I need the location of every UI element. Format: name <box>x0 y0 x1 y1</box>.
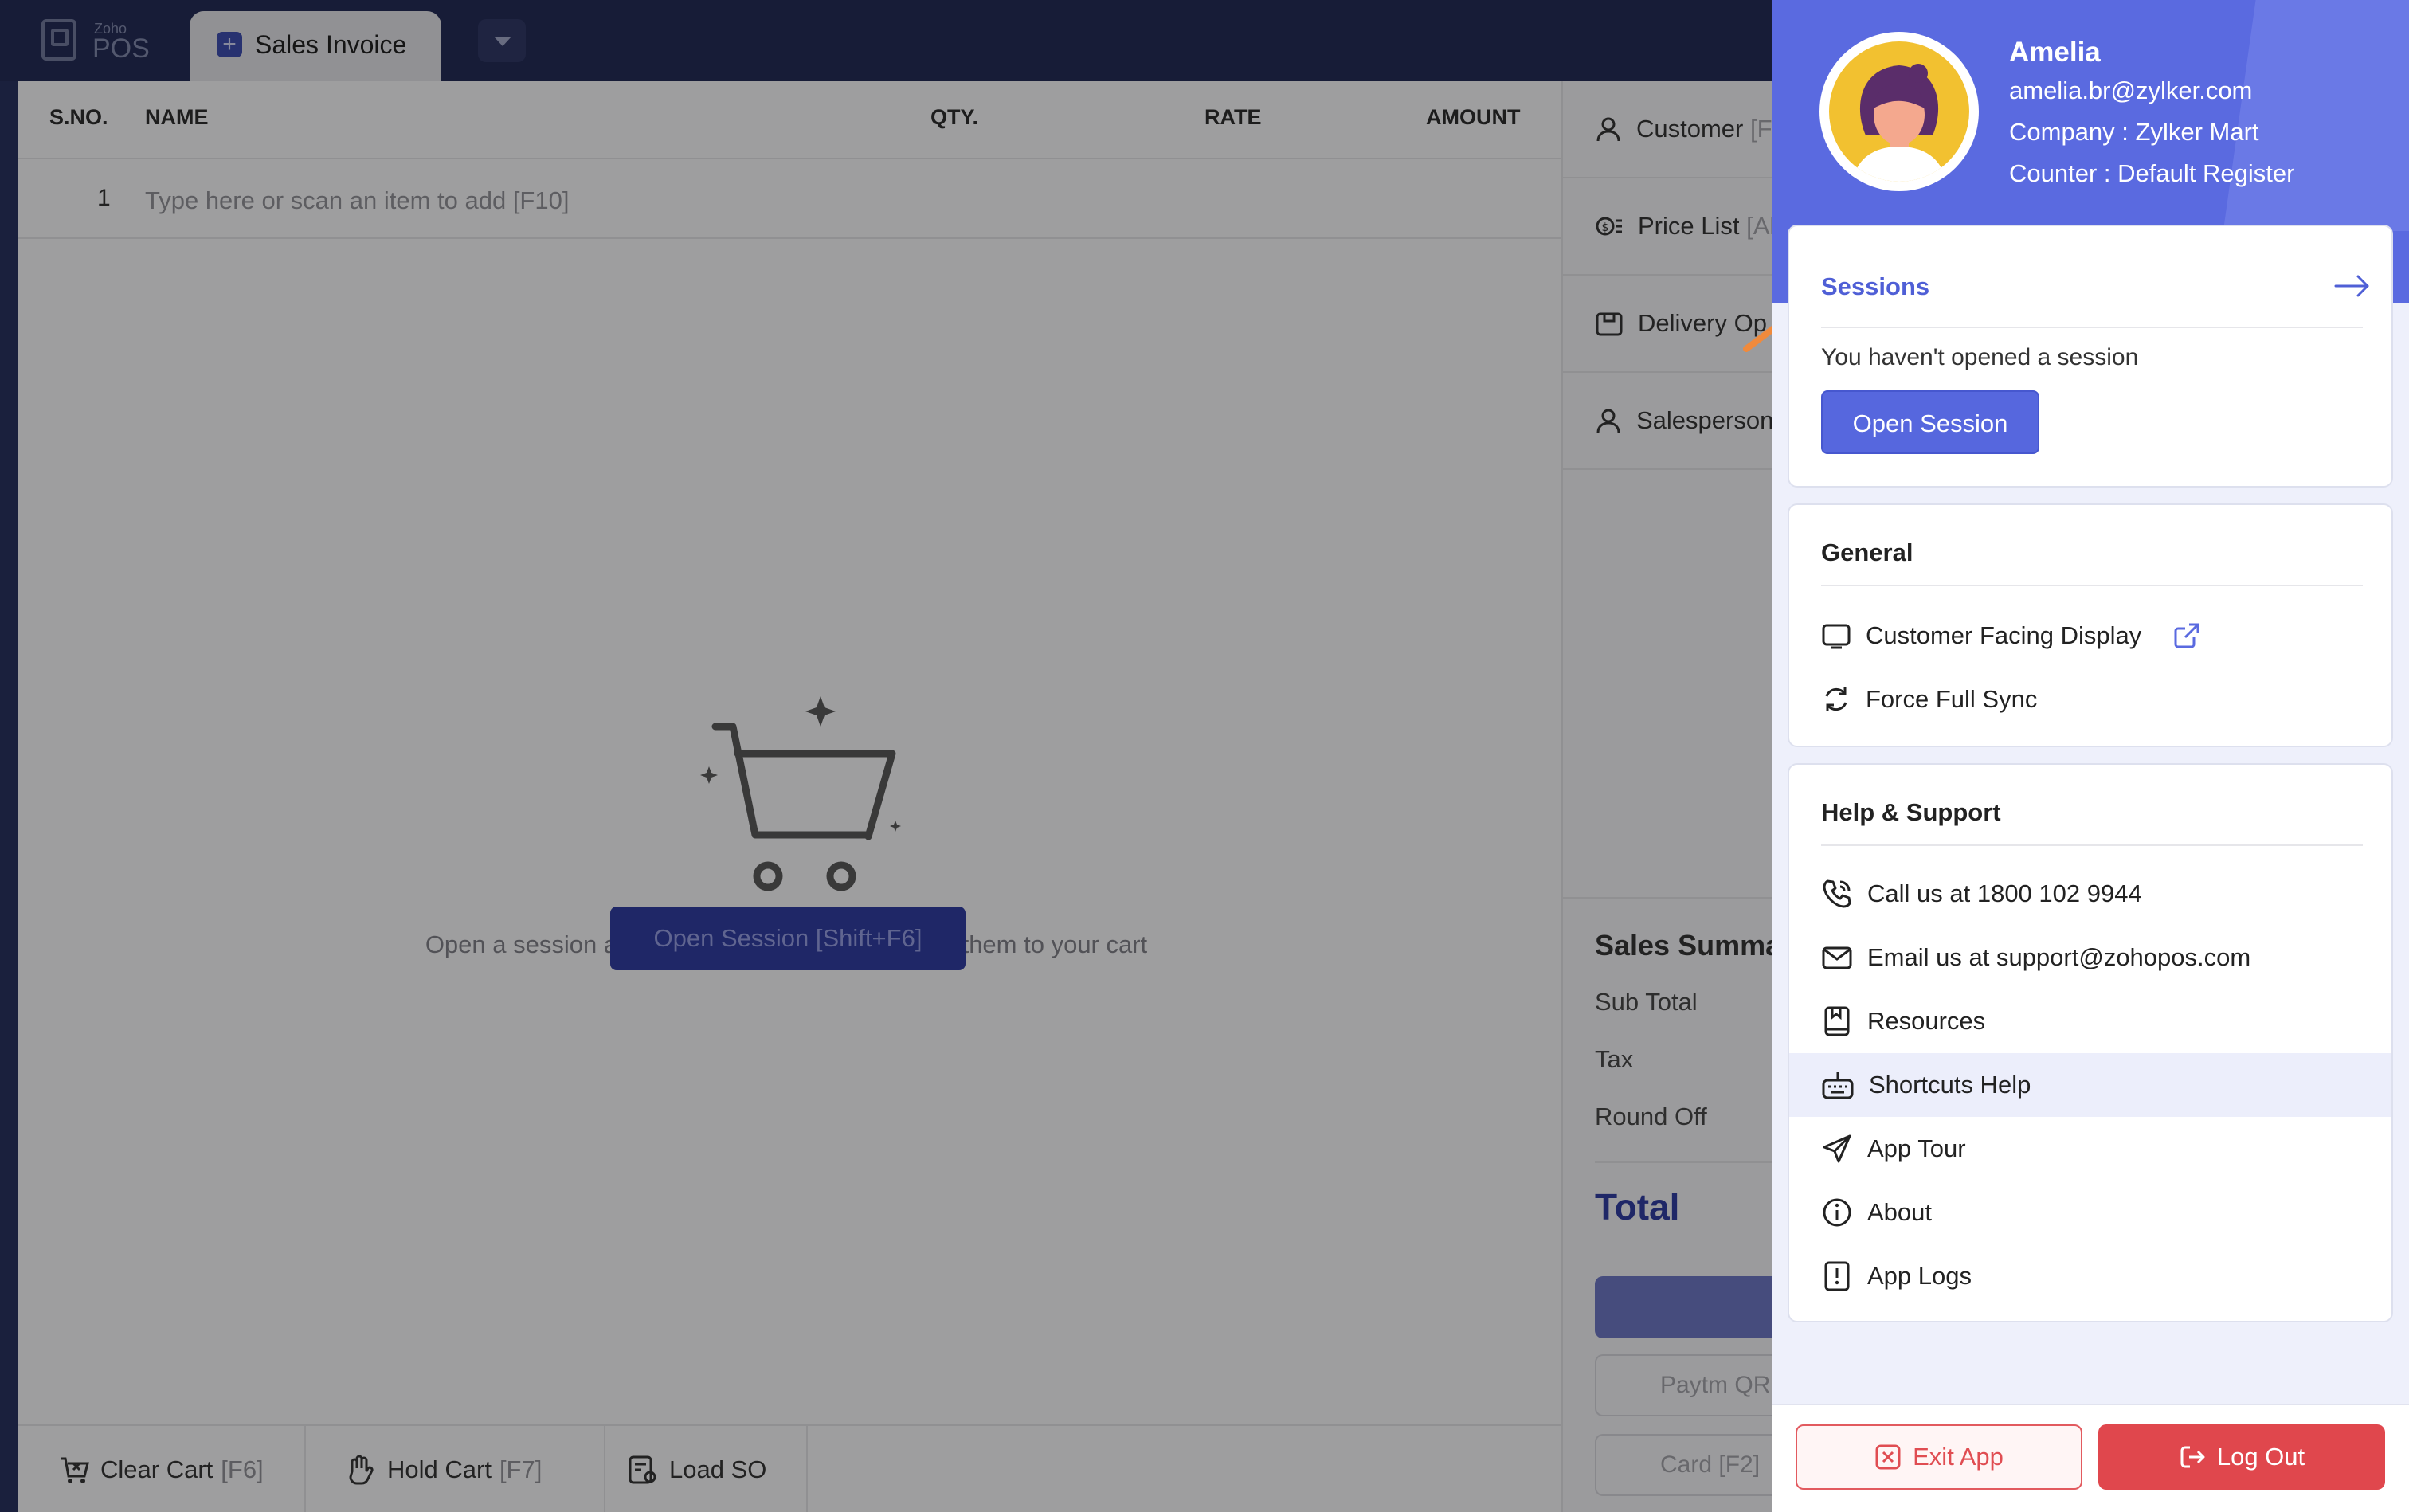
logout-icon <box>2180 1446 2205 1468</box>
call-us-item[interactable]: Call us at 1800 102 9944 <box>1789 862 2391 926</box>
user-counter: Counter : Default Register <box>2009 159 2295 187</box>
session-status-text: You haven't opened a session <box>1821 344 2139 370</box>
app-logs-item[interactable]: App Logs <box>1789 1244 2391 1308</box>
customer-facing-display-item[interactable]: Customer Facing Display <box>1789 604 2391 668</box>
help-support-card: Help & Support Call us at 1800 102 9944 … <box>1788 763 2393 1322</box>
drawer-footer: Exit App Log Out <box>1772 1404 2409 1512</box>
mail-icon <box>1822 946 1852 969</box>
modal-backdrop[interactable] <box>0 0 1772 1512</box>
arrow-right-icon[interactable] <box>2334 274 2371 298</box>
book-icon <box>1824 1006 1850 1036</box>
phone-icon <box>1823 879 1851 908</box>
pos-app: Zoho POS + Sales Invoice S.NO. NAME QTY.… <box>0 0 2409 1512</box>
open-session-button[interactable]: Open Session <box>1821 390 2039 454</box>
force-full-sync-item[interactable]: Force Full Sync <box>1789 668 2391 731</box>
general-title: General <box>1821 539 1913 566</box>
resources-item[interactable]: Resources <box>1789 989 2391 1053</box>
sessions-link[interactable]: Sessions <box>1821 272 1929 301</box>
send-icon <box>1823 1134 1851 1163</box>
general-card: General Customer Facing Display Force Fu… <box>1788 503 2393 747</box>
sessions-card: Sessions You haven't opened a session Op… <box>1788 225 2393 488</box>
email-us-item[interactable]: Email us at support@zohopos.com <box>1789 926 2391 989</box>
help-support-title: Help & Support <box>1821 798 2001 826</box>
profile-drawer: Amelia amelia.br@zylker.com Company : Zy… <box>1772 0 2409 1512</box>
user-name: Amelia <box>2009 37 2101 68</box>
app-tour-item[interactable]: App Tour <box>1789 1117 2391 1181</box>
info-icon <box>1823 1198 1851 1227</box>
exit-icon <box>1875 1444 1901 1470</box>
log-out-button[interactable]: Log Out <box>2098 1424 2385 1490</box>
avatar-illustration-icon <box>1853 64 1945 182</box>
user-company: Company : Zylker Mart <box>2009 118 2259 146</box>
keyboard-icon <box>1822 1072 1854 1099</box>
user-email: amelia.br@zylker.com <box>2009 76 2253 104</box>
about-item[interactable]: About <box>1789 1181 2391 1244</box>
sync-icon <box>1825 687 1847 711</box>
external-link-icon <box>2174 623 2199 648</box>
avatar <box>1819 32 1979 191</box>
exit-app-button[interactable]: Exit App <box>1796 1424 2082 1490</box>
monitor-icon <box>1822 624 1851 649</box>
log-alert-icon <box>1824 1261 1850 1291</box>
shortcuts-help-item[interactable]: Shortcuts Help <box>1789 1053 2391 1117</box>
